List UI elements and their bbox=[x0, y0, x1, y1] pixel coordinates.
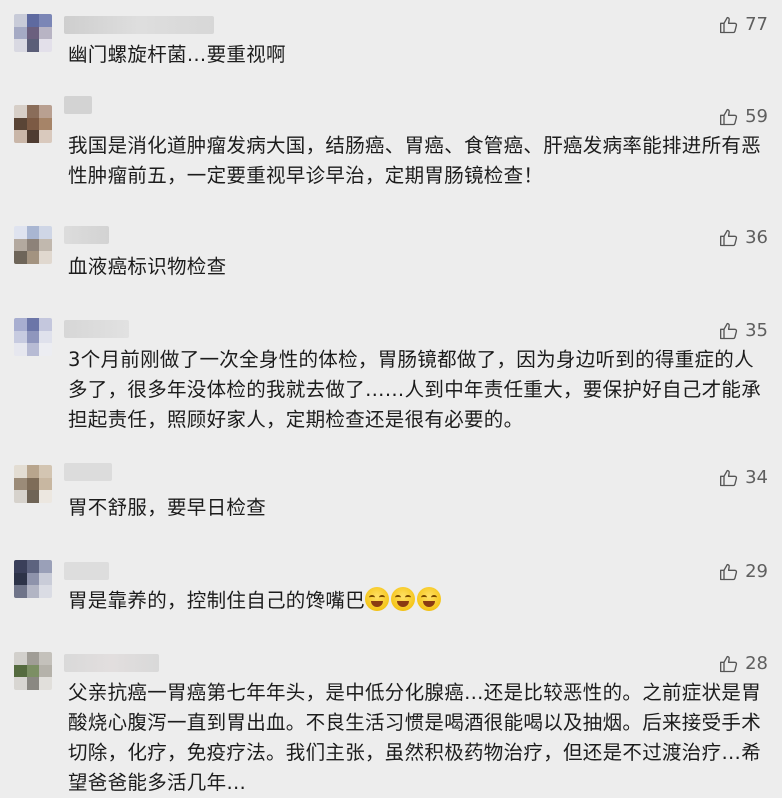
thumbs-up-icon bbox=[719, 15, 739, 35]
like-count: 59 bbox=[745, 106, 768, 127]
like-button[interactable]: 36 bbox=[719, 227, 768, 248]
avatar[interactable] bbox=[14, 318, 52, 356]
laughing-tears-emoji bbox=[417, 587, 442, 611]
comment-text: 3个月前刚做了一次全身性的体检，胃肠镜都做了，因为身边听到的得重症的人多了，很多… bbox=[68, 348, 762, 431]
like-button[interactable]: 34 bbox=[719, 467, 768, 488]
username[interactable] bbox=[64, 96, 92, 114]
avatar[interactable] bbox=[14, 560, 52, 598]
username[interactable] bbox=[64, 320, 129, 338]
like-count: 35 bbox=[745, 320, 768, 341]
comment-text: 胃是靠养的，控制住自己的馋嘴巴 bbox=[68, 586, 768, 616]
username[interactable] bbox=[64, 654, 159, 672]
like-count: 28 bbox=[745, 653, 768, 674]
username[interactable] bbox=[64, 16, 214, 34]
comment-text: 幽门螺旋杆菌…要重视啊 bbox=[68, 43, 286, 66]
avatar[interactable] bbox=[14, 226, 52, 264]
comment-text: 血液癌标识物检查 bbox=[68, 255, 227, 278]
avatar[interactable] bbox=[14, 105, 52, 143]
laughing-tears-emoji bbox=[365, 587, 390, 611]
laughing-tears-emoji bbox=[391, 587, 416, 611]
avatar[interactable] bbox=[14, 465, 52, 503]
thumbs-up-icon bbox=[719, 321, 739, 341]
thumbs-up-icon bbox=[719, 654, 739, 674]
like-button[interactable]: 59 bbox=[719, 106, 768, 127]
comment-text: 我国是消化道肿瘤发病大国，结肠癌、胃癌、食管癌、肝癌发病率能排进所有恶性肿瘤前五… bbox=[68, 134, 762, 187]
like-button[interactable]: 28 bbox=[719, 653, 768, 674]
comment-text: 胃不舒服，要早日检查 bbox=[68, 496, 267, 519]
avatar[interactable] bbox=[14, 14, 52, 52]
thumbs-up-icon bbox=[719, 107, 739, 127]
like-button[interactable]: 35 bbox=[719, 320, 768, 341]
username[interactable] bbox=[64, 562, 109, 580]
like-count: 29 bbox=[745, 561, 768, 582]
avatar[interactable] bbox=[14, 652, 52, 690]
like-count: 77 bbox=[745, 14, 768, 35]
like-count: 34 bbox=[745, 467, 768, 488]
like-button[interactable]: 77 bbox=[719, 14, 768, 35]
username[interactable] bbox=[64, 226, 109, 244]
like-button[interactable]: 29 bbox=[719, 561, 768, 582]
thumbs-up-icon bbox=[719, 468, 739, 488]
thumbs-up-icon bbox=[719, 562, 739, 582]
thumbs-up-icon bbox=[719, 228, 739, 248]
like-count: 36 bbox=[745, 227, 768, 248]
comment-text-body: 胃是靠养的，控制住自己的馋嘴巴 bbox=[68, 589, 366, 612]
username[interactable] bbox=[64, 463, 112, 481]
comment-text: 父亲抗癌一胃癌第七年年头，是中低分化腺癌…还是比较恶性的。之前症状是胃酸烧心腹泻… bbox=[68, 681, 762, 794]
